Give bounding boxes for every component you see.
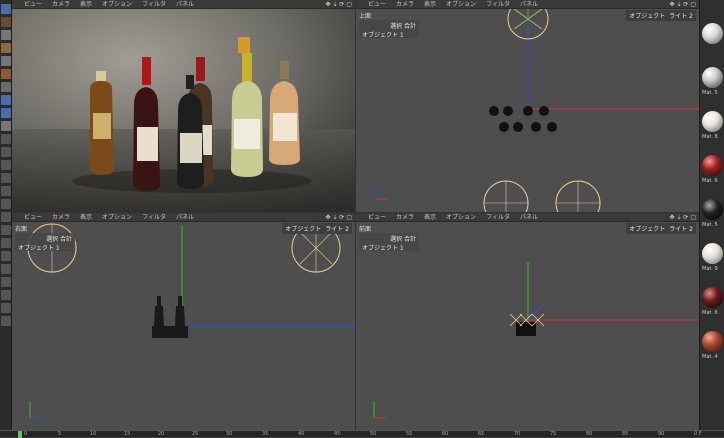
menu-view[interactable]: ビュー (368, 0, 386, 9)
viewport-nav-controls[interactable]: ✥ ⇣ ⟳ ▢ (670, 0, 696, 9)
right-view-scene (27, 223, 355, 419)
deformer-icon[interactable] (1, 199, 11, 209)
menu-options[interactable]: オプション (102, 0, 132, 9)
viewport-menubar: ビュー カメラ 表示 オプション フィルタ パネル (356, 213, 699, 222)
top-viewport[interactable]: ビュー カメラ 表示 オプション フィルタ パネル ✥ ⇣ ⟳ ▢ 上面 選択 … (356, 0, 699, 212)
menu-panel[interactable]: パネル (176, 0, 194, 9)
menu-view[interactable]: ビュー (24, 213, 42, 222)
front-view-scene (373, 262, 699, 419)
menu-options[interactable]: オプション (102, 213, 132, 222)
viewport-overlay-info: オブジェクト ライト 2 (282, 223, 352, 234)
snap-icon[interactable] (1, 316, 11, 326)
material-swatch[interactable]: Mat. 5 (702, 190, 724, 234)
whisky-bottle (90, 71, 114, 175)
viewport-nav-controls[interactable]: ✥ ⇣ ⟳ ▢ (670, 213, 696, 222)
menu-display[interactable]: 表示 (80, 0, 92, 9)
viewport-name: 上面 (359, 13, 372, 20)
selection-hud: 選択 合計 オブジェクト 1 (359, 20, 419, 39)
viewport-menubar: ビュー カメラ 表示 オプション フィルタ パネル (356, 0, 699, 9)
menu-camera[interactable]: カメラ (396, 0, 414, 9)
light-icon[interactable] (1, 238, 11, 248)
viewport-name: 右面 (15, 226, 28, 233)
polygon-icon[interactable] (1, 251, 11, 261)
viewport-menubar: ビュー カメラ 表示 オプション フィルタ パネル (12, 213, 355, 222)
cube-icon[interactable] (1, 160, 11, 170)
point-icon[interactable] (1, 277, 11, 287)
viewport-overlay-info: オブジェクト ライト 2 (626, 10, 696, 21)
menu-display[interactable]: 表示 (80, 213, 92, 222)
menu-filter[interactable]: フィルタ (486, 0, 510, 9)
selection-hud: 選択 合計 オブジェクト 1 (359, 233, 419, 252)
menu-view[interactable]: ビュー (368, 213, 386, 222)
menu-view[interactable]: ビュー (24, 0, 42, 9)
material-swatch[interactable]: Mat. 8 (702, 102, 724, 146)
render-icon[interactable] (1, 134, 11, 144)
material-swatch[interactable]: Mat. 6 (702, 146, 724, 190)
menu-panel[interactable]: パネル (520, 213, 538, 222)
viewport-name: 前面 (359, 226, 372, 233)
render-view-icon[interactable] (1, 121, 11, 131)
menu-display[interactable]: 表示 (424, 0, 436, 9)
material-swatch[interactable]: Mat. 5 (702, 58, 724, 102)
menu-filter[interactable]: フィルタ (486, 213, 510, 222)
z-axis-icon[interactable] (1, 95, 11, 105)
texture-icon[interactable] (1, 303, 11, 313)
render-settings-icon[interactable] (1, 147, 11, 157)
menu-display[interactable]: 表示 (424, 213, 436, 222)
model-icon[interactable] (1, 290, 11, 300)
rotate-tool-icon[interactable] (1, 43, 11, 53)
tool-palette (0, 0, 12, 430)
viewport-menubar: ビュー カメラ 表示 オプション フィルタ パネル (12, 0, 355, 9)
material-manager: Mat. 5 Mat. 8 Mat. 6 Mat. 5 Mat. 9 Mat. … (699, 0, 724, 430)
menu-filter[interactable]: フィルタ (142, 213, 166, 222)
material-swatch[interactable]: Mat. 6 (702, 278, 724, 322)
viewport-nav-controls[interactable]: ✥ ⇣ ⟳ ▢ (326, 213, 352, 222)
selection-hud: 選択 合計 オブジェクト 1 (15, 233, 75, 252)
camera-icon[interactable] (1, 225, 11, 235)
menu-options[interactable]: オプション (446, 0, 476, 9)
menu-options[interactable]: オプション (446, 213, 476, 222)
menu-panel[interactable]: パネル (520, 0, 538, 9)
viewport-nav-controls[interactable]: ✥ ⇣ ⟳ ▢ (326, 0, 352, 9)
bottle-render (12, 9, 355, 212)
move-tool-icon[interactable] (1, 17, 11, 27)
material-swatch[interactable]: Mat. 9 (702, 234, 724, 278)
world-coord-icon[interactable] (1, 108, 11, 118)
timeline-ruler[interactable]: 0 5 10 15 20 25 30 35 40 45 50 55 60 65 … (0, 430, 724, 438)
x-axis-icon[interactable] (1, 69, 11, 79)
select-tool-icon[interactable] (1, 56, 11, 66)
cinema4d-window: ビュー カメラ 表示 オプション フィルタ パネル ✥ ⇣ ⟳ ▢ ビュー カメ… (0, 0, 724, 438)
material-swatch[interactable]: Mat. 4 (702, 322, 724, 366)
material-swatch[interactable] (702, 14, 724, 58)
undo-icon[interactable] (1, 4, 11, 14)
menu-camera[interactable]: カメラ (52, 213, 70, 222)
menu-camera[interactable]: カメラ (52, 0, 70, 9)
menu-filter[interactable]: フィルタ (142, 0, 166, 9)
front-viewport[interactable]: ビュー カメラ 表示 オプション フィルタ パネル ✥ ⇣ ⟳ ▢ 前面 選択 … (356, 213, 699, 430)
menu-panel[interactable]: パネル (176, 213, 194, 222)
scene-icon[interactable] (1, 212, 11, 222)
gold-cap-bottle (238, 37, 250, 53)
top-view-scene (375, 9, 699, 212)
nurbs-icon[interactable] (1, 186, 11, 196)
y-axis-icon[interactable] (1, 82, 11, 92)
perspective-viewport[interactable]: ビュー カメラ 表示 オプション フィルタ パネル ✥ ⇣ ⟳ ▢ (12, 0, 355, 212)
right-viewport[interactable]: ビュー カメラ 表示 オプション フィルタ パネル ✥ ⇣ ⟳ ▢ 右面 選択 … (12, 213, 355, 430)
menu-camera[interactable]: カメラ (396, 213, 414, 222)
scale-tool-icon[interactable] (1, 30, 11, 40)
spline-icon[interactable] (1, 173, 11, 183)
viewport-overlay-info: オブジェクト ライト 2 (626, 223, 696, 234)
edge-icon[interactable] (1, 264, 11, 274)
